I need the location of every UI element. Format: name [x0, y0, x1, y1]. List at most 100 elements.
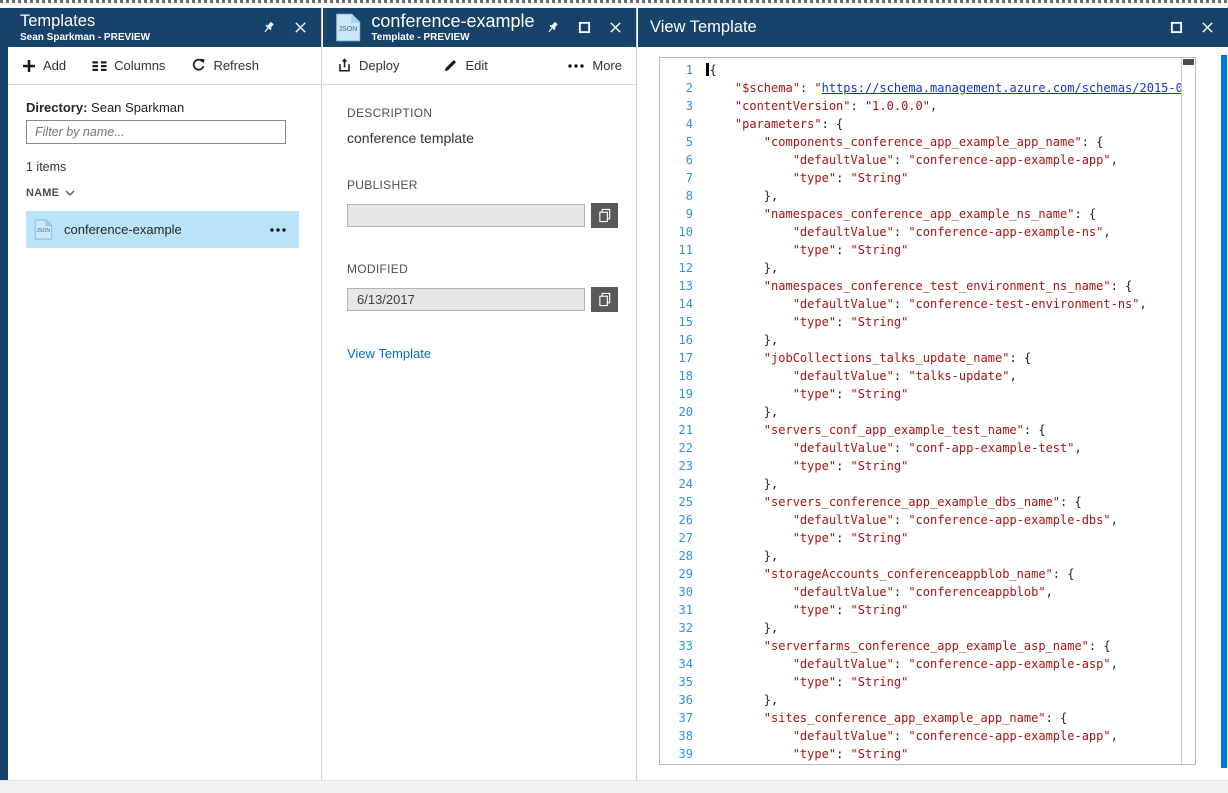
line-number: 27 — [660, 529, 706, 547]
copy-modified-button[interactable] — [591, 287, 618, 312]
pin-icon[interactable] — [541, 18, 564, 37]
line-number: 32 — [660, 619, 706, 637]
template-list-row[interactable]: JSON conference-example — [26, 211, 299, 248]
line-number: 12 — [660, 259, 706, 277]
line-number: 34 — [660, 655, 706, 673]
code-text: "type": "String" — [706, 745, 1181, 763]
line-number: 25 — [660, 493, 706, 511]
templates-blade-title: Templates — [20, 12, 150, 30]
editor-scrollbar-thumb[interactable] — [1183, 59, 1194, 65]
line-number: 13 — [660, 277, 706, 295]
view-template-link[interactable]: View Template — [347, 346, 431, 361]
code-line: 30 "defaultValue": "conferenceappblob", — [660, 583, 1181, 601]
maximize-icon — [1170, 21, 1183, 34]
code-lines: 1{2 "$schema": "https://schema.managemen… — [660, 58, 1195, 763]
code-line: 10 "defaultValue": "conference-app-examp… — [660, 223, 1181, 241]
add-button-label: Add — [43, 58, 66, 73]
code-line: 13 "namespaces_conference_test_environme… — [660, 277, 1181, 295]
code-text: { — [706, 61, 1181, 79]
refresh-icon — [191, 58, 206, 73]
line-number: 38 — [660, 727, 706, 745]
line-number: 7 — [660, 169, 706, 187]
code-text: "servers_conference_app_example_dbs_name… — [706, 493, 1181, 511]
row-template-name: conference-example — [64, 222, 267, 237]
close-icon[interactable] — [1197, 19, 1218, 36]
edit-button[interactable]: Edit — [443, 58, 487, 73]
close-icon[interactable] — [290, 19, 311, 36]
code-line: 32 }, — [660, 619, 1181, 637]
maximize-icon[interactable] — [1166, 19, 1187, 36]
code-line: 34 "defaultValue": "conference-app-examp… — [660, 655, 1181, 673]
code-line: 23 "type": "String" — [660, 457, 1181, 475]
line-number: 18 — [660, 367, 706, 385]
code-line: 11 "type": "String" — [660, 241, 1181, 259]
copy-icon — [598, 292, 612, 307]
template-code-editor[interactable]: 1{2 "$schema": "https://schema.managemen… — [659, 57, 1196, 765]
chevron-down-icon — [65, 189, 75, 197]
columns-button[interactable]: Columns — [92, 58, 165, 73]
deploy-button[interactable]: Deploy — [337, 58, 399, 73]
code-line: 17 "jobCollections_talks_update_name": { — [660, 349, 1181, 367]
line-number: 23 — [660, 457, 706, 475]
templates-toolbar: Add Columns Refresh — [8, 47, 321, 85]
code-text: "defaultValue": "conference-app-example-… — [706, 151, 1181, 169]
code-text: }, — [706, 619, 1181, 637]
blade-accent-scroll-strip[interactable] — [1221, 55, 1227, 768]
portal-left-edge-strip — [0, 8, 8, 780]
code-text: }, — [706, 331, 1181, 349]
more-ellipsis-icon — [567, 59, 585, 73]
publisher-field-row — [347, 203, 618, 228]
detail-blade-subtitle: Template - PREVIEW — [371, 32, 531, 43]
line-number: 29 — [660, 565, 706, 583]
code-text: "sites_conference_app_example_app_name":… — [706, 709, 1181, 727]
close-icon[interactable] — [605, 19, 626, 36]
more-button-label: More — [592, 58, 622, 73]
add-button[interactable]: Add — [22, 58, 66, 73]
publisher-field[interactable] — [347, 204, 585, 227]
text-cursor — [706, 63, 709, 76]
code-line: 3 "contentVersion": "1.0.0.0", — [660, 97, 1181, 115]
code-text: "defaultValue": "conference-test-environ… — [706, 295, 1181, 313]
code-text: "jobCollections_talks_update_name": { — [706, 349, 1181, 367]
pin-icon — [545, 20, 560, 35]
code-text: "type": "String" — [706, 169, 1181, 187]
code-text: }, — [706, 187, 1181, 205]
view-template-blade: View Template 1{2 "$schema": "https://sc… — [638, 8, 1228, 780]
copy-publisher-button[interactable] — [591, 203, 618, 228]
line-number: 15 — [660, 313, 706, 331]
code-text: "serverfarms_conference_app_example_asp_… — [706, 637, 1181, 655]
code-line: 27 "type": "String" — [660, 529, 1181, 547]
code-line: 20 }, — [660, 403, 1181, 421]
template-detail-blade: JSON conference-example Template - PREVI… — [323, 8, 637, 780]
refresh-button[interactable]: Refresh — [191, 58, 259, 73]
pin-icon[interactable] — [257, 18, 280, 37]
row-context-menu-button[interactable] — [267, 219, 289, 241]
line-number: 22 — [660, 439, 706, 457]
code-text: "type": "String" — [706, 313, 1181, 331]
filter-input[interactable] — [26, 120, 286, 144]
editor-scrollbar[interactable] — [1181, 58, 1195, 764]
code-line: 9 "namespaces_conference_app_example_ns_… — [660, 205, 1181, 223]
edit-button-label: Edit — [465, 58, 487, 73]
publisher-label: PUBLISHER — [347, 178, 418, 192]
modified-field[interactable] — [347, 288, 585, 311]
line-number: 36 — [660, 691, 706, 709]
code-line: 24 }, — [660, 475, 1181, 493]
code-text: "$schema": "https://schema.management.az… — [706, 79, 1181, 97]
line-number: 24 — [660, 475, 706, 493]
code-line: 16 }, — [660, 331, 1181, 349]
code-text: "type": "String" — [706, 529, 1181, 547]
code-text: "defaultValue": "conference-app-example-… — [706, 511, 1181, 529]
maximize-icon[interactable] — [574, 19, 595, 36]
line-number: 6 — [660, 151, 706, 169]
more-button[interactable]: More — [567, 58, 622, 73]
code-text: "parameters": { — [706, 115, 1181, 133]
name-column-header[interactable]: NAME — [26, 187, 75, 199]
line-number: 30 — [660, 583, 706, 601]
code-line: 35 "type": "String" — [660, 673, 1181, 691]
json-icon-label: JSON — [339, 26, 358, 33]
code-text: }, — [706, 547, 1181, 565]
description-value: conference template — [347, 130, 474, 146]
code-line: 25 "servers_conference_app_example_dbs_n… — [660, 493, 1181, 511]
modified-field-row — [347, 287, 618, 312]
